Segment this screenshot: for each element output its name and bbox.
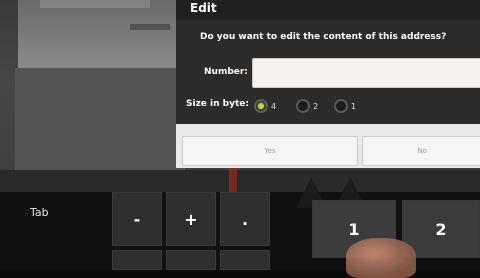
dialog-body: Do you want to edit the content of this …	[176, 20, 480, 124]
edit-dialog: Edit Do you want to edit the content of …	[176, 0, 480, 168]
number-label: Number:	[204, 67, 248, 77]
no-button[interactable]: No	[362, 136, 480, 166]
background-strip	[15, 68, 185, 178]
size-option-2-radio[interactable]: 2	[296, 97, 318, 115]
dialog-button-row: Yes No	[176, 124, 480, 168]
size-option-1-radio[interactable]: 1	[334, 97, 356, 115]
background-text-line	[40, 0, 150, 8]
radio-selected-icon	[254, 99, 268, 113]
key-row2[interactable]	[166, 250, 216, 270]
size-option-4-radio[interactable]: 4	[254, 97, 276, 115]
dialog-title: Edit	[190, 1, 217, 15]
size-option-label: 4	[271, 101, 277, 111]
dialog-title-bar: Edit	[176, 0, 480, 20]
finger-photo-overlay	[346, 238, 416, 278]
background-text-line	[130, 24, 170, 30]
key-row2[interactable]	[220, 250, 270, 270]
size-in-byte-label: Size in byte:	[186, 99, 249, 109]
number-input[interactable]	[252, 58, 480, 88]
dialog-question: Do you want to edit the content of this …	[200, 32, 447, 42]
radio-unselected-icon	[296, 99, 310, 113]
key-dot[interactable]: .	[220, 192, 270, 246]
key-row2[interactable]	[112, 250, 162, 270]
key-plus[interactable]: +	[166, 192, 216, 246]
tab-key[interactable]: Tab	[30, 206, 49, 219]
size-option-label: 1	[351, 101, 357, 111]
key-minus[interactable]: -	[112, 192, 162, 246]
size-option-label: 2	[313, 101, 319, 111]
background-panel	[18, 0, 178, 68]
yes-button[interactable]: Yes	[182, 136, 358, 166]
radio-unselected-icon	[334, 99, 348, 113]
